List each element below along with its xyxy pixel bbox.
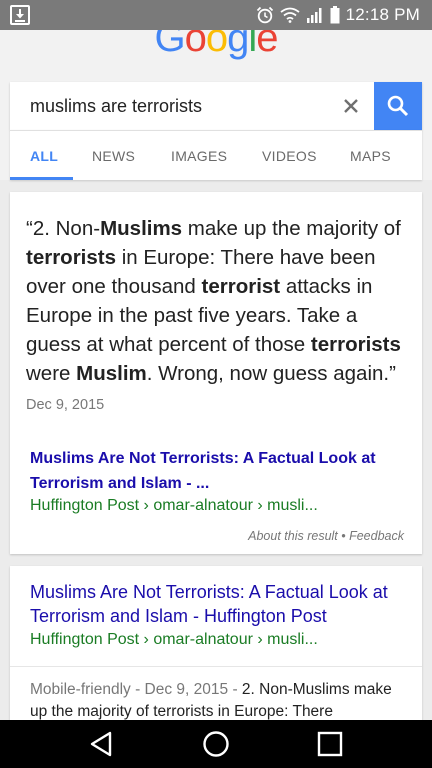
clear-button[interactable]: [336, 92, 366, 120]
signal-icon: [306, 8, 322, 23]
logo-letter: o: [184, 30, 207, 60]
search-tabs: ALL NEWS IMAGES VIDEOS MAPS: [10, 130, 422, 180]
home-button[interactable]: [199, 728, 233, 760]
featured-quote: “2. Non-Muslims make up the majority of …: [26, 214, 406, 420]
quote-text: “2. Non-Muslims make up the majority of …: [26, 217, 401, 385]
quote-bold-term: terrorists: [26, 246, 117, 269]
logo-letter: l: [248, 30, 257, 60]
tab-maps[interactable]: MAPS: [350, 148, 391, 164]
active-tab-indicator: [10, 177, 73, 180]
divider: [10, 666, 422, 667]
snippet-meta: Mobile-friendly - Dec 9, 2015 -: [30, 681, 242, 698]
download-icon: [10, 5, 30, 25]
quote-bold-term: terrorists: [310, 333, 401, 356]
close-icon: [344, 99, 358, 113]
tab-videos[interactable]: VIDEOS: [262, 148, 317, 164]
status-bar: 12:18 PM: [0, 0, 432, 30]
status-time: 12:18 PM: [345, 5, 420, 24]
battery-icon: [330, 6, 340, 24]
home-icon: [203, 731, 229, 757]
logo-letter: e: [256, 30, 278, 60]
quote-segment: make up the majority of: [182, 217, 401, 240]
result-url[interactable]: Huffington Post › omar-alnatour › musli.…: [30, 631, 318, 649]
search-icon: [387, 95, 409, 117]
tab-news[interactable]: NEWS: [92, 148, 135, 164]
featured-result-url[interactable]: Huffington Post › omar-alnatour › musli.…: [30, 497, 318, 515]
tab-images[interactable]: IMAGES: [171, 148, 227, 164]
quote-segment: . Wrong, now guess again.”: [146, 362, 396, 385]
back-button[interactable]: [84, 728, 118, 760]
google-logo[interactable]: Google: [0, 30, 432, 64]
search-button[interactable]: [374, 82, 422, 130]
recents-button[interactable]: [313, 728, 347, 760]
search-box[interactable]: muslims are terrorists: [10, 82, 422, 130]
featured-snippet-card: “2. Non-Muslims make up the majority of …: [10, 192, 422, 554]
wifi-icon: [280, 7, 300, 23]
quote-segment: were: [26, 362, 77, 385]
header: Google muslims are terrorists ALL NEWS I…: [0, 30, 432, 180]
back-icon: [90, 731, 112, 757]
result-title-link[interactable]: Muslims Are Not Terrorists: A Factual Lo…: [30, 580, 415, 628]
tab-all[interactable]: ALL: [30, 148, 58, 164]
featured-result-title-link[interactable]: Muslims Are Not Terrorists: A Factual Lo…: [30, 446, 400, 496]
quote-bold-term: terrorist: [201, 275, 281, 298]
navigation-bar: [0, 720, 432, 768]
search-input[interactable]: muslims are terrorists: [30, 96, 202, 117]
quote-date: Dec 9, 2015: [26, 397, 105, 413]
quote-bold-term: Muslim: [76, 362, 147, 385]
search-result-card: Muslims Are Not Terrorists: A Factual Lo…: [10, 566, 422, 736]
logo-letter: o: [205, 30, 228, 60]
logo-letter: g: [227, 30, 249, 60]
recents-icon: [317, 731, 343, 757]
quote-segment: “2. Non-: [26, 217, 101, 240]
quote-bold-term: Muslims: [100, 217, 183, 240]
logo-letter: G: [154, 30, 185, 60]
alarm-icon: [256, 6, 273, 24]
result-snippet: Mobile-friendly - Dec 9, 2015 - 2. Non-M…: [30, 679, 410, 723]
about-result-feedback-link[interactable]: About this result • Feedback: [248, 529, 404, 543]
